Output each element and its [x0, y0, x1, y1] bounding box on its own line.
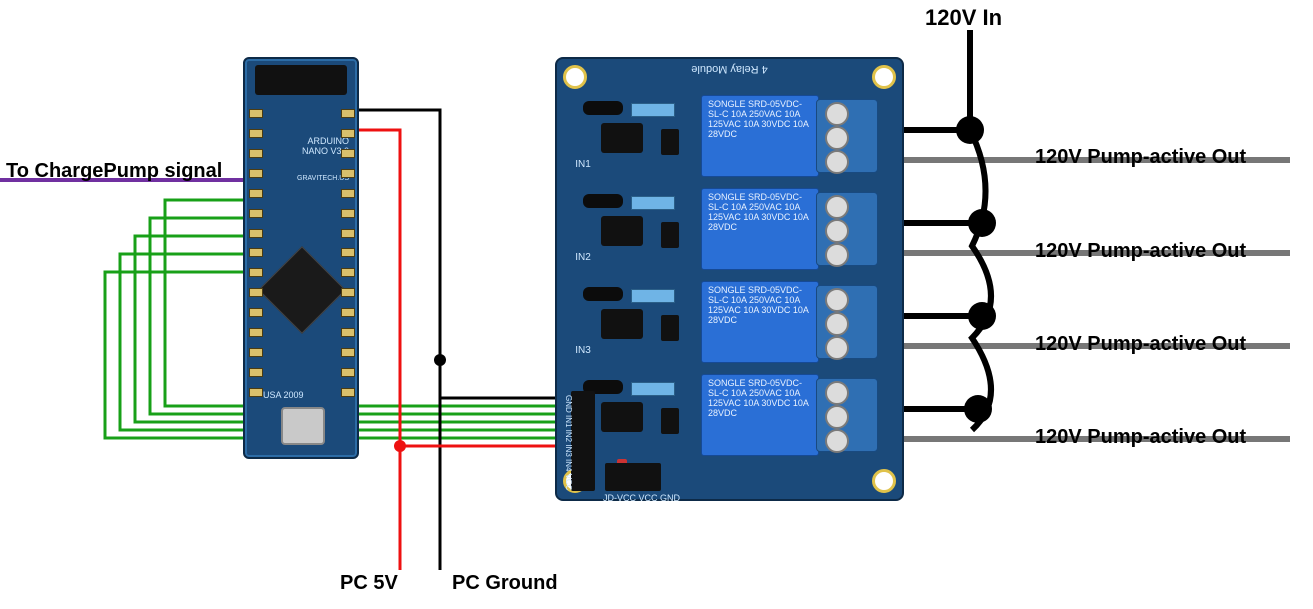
node-hv-4: [964, 395, 992, 423]
label-chargepump: To ChargePump signal: [6, 160, 222, 183]
node-hv-3: [968, 302, 996, 330]
relay-title: 4 Relay Module: [557, 63, 902, 75]
relay-jdvcc-jumper: [605, 463, 661, 491]
arduino-brand-text: ARDUINO NANO V3.0: [289, 137, 349, 157]
arduino-pins-left: [249, 109, 261, 397]
arduino-maker-text: GRAVITECH.US: [289, 175, 349, 183]
node-5v: [394, 440, 406, 452]
node-gnd: [434, 354, 446, 366]
relay-pin-labels: GND IN1 IN2 IN3 IN4 VCC: [561, 395, 573, 491]
relay-optocoupler: [601, 123, 643, 153]
terminal-screw: [825, 126, 849, 150]
label-pc-5v: PC 5V: [340, 572, 398, 595]
wire-in1: [165, 200, 562, 406]
arduino-usb-port: [281, 407, 325, 445]
relay-cube: SONGLE SRD-05VDC-SL-C 10A 250VAC 10A 125…: [701, 95, 819, 177]
relay-terminal-block: [816, 99, 878, 173]
label-out-3: 120V Pump-active Out: [1035, 333, 1246, 356]
label-120v-in: 120V In: [925, 5, 1002, 31]
label-out-2: 120V Pump-active Out: [1035, 240, 1246, 263]
wire-gnd-to-relay: [440, 360, 562, 398]
relay-mount-hole: [872, 65, 896, 89]
relay-mount-hole: [563, 65, 587, 89]
relay-input-header: [571, 391, 595, 491]
arduino-bottom-text: USA 2009: [263, 391, 304, 401]
label-out-1: 120V Pump-active Out: [1035, 146, 1246, 169]
arduino-isp-header: [255, 65, 347, 95]
label-pc-ground: PC Ground: [452, 572, 558, 595]
relay-channel-2: SONGLE SRD-05VDC-SL-C 10A 250VAC 10A 125…: [571, 182, 888, 274]
terminal-screw: [825, 102, 849, 126]
relay-channel-4: SONGLE SRD-05VDC-SL-C 10A 250VAC 10A 125…: [571, 368, 888, 460]
relay-in-label: IN1: [573, 159, 593, 170]
relay-diode: [583, 101, 623, 115]
arduino-mcu-chip: [258, 246, 346, 334]
relay-module-board: 4 Relay Module SONGLE SRD-05VDC-SL-C 10A…: [555, 57, 904, 501]
relay-mount-hole: [872, 469, 896, 493]
node-hv-2: [968, 209, 996, 237]
wire-gnd-from-nano: [350, 110, 440, 570]
relay-jumper-labels: JD-VCC VCC GND: [603, 493, 680, 503]
relay-channel-3: SONGLE SRD-05VDC-SL-C 10A 250VAC 10A 125…: [571, 275, 888, 367]
relay-resistor: [631, 103, 675, 117]
node-hv-1: [956, 116, 984, 144]
relay-transistor: [661, 129, 679, 155]
terminal-screw: [825, 150, 849, 174]
relay-channel-1: SONGLE SRD-05VDC-SL-C 10A 250VAC 10A 125…: [571, 89, 888, 181]
arduino-nano-board: ARDUINO NANO V3.0 GRAVITECH.US USA 2009: [243, 57, 359, 459]
arduino-pins-right: [341, 109, 353, 397]
label-out-4: 120V Pump-active Out: [1035, 426, 1246, 449]
